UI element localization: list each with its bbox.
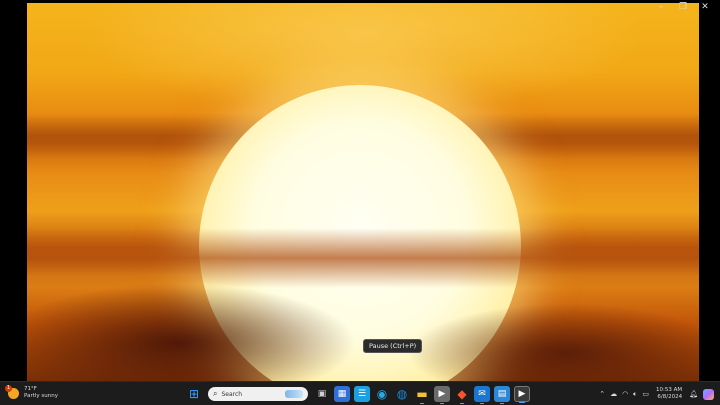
mail-button[interactable]: ✉ [474, 386, 490, 404]
media-player-window[interactable]: Pause (Ctrl+P) – ❐ ✕ [0, 0, 720, 381]
widgets-app-button[interactable]: ▦ [334, 386, 350, 402]
clock-date: 6/8/2024 [657, 394, 683, 400]
running-indicator [420, 402, 424, 404]
folder-icon: ▬ [416, 387, 428, 401]
clock-time: 10:53 AM [656, 387, 683, 393]
running-indicator [519, 401, 525, 403]
media-player-button[interactable]: ▶ [514, 386, 530, 403]
windows-logo-icon: ⊞ [188, 387, 200, 401]
file-explorer-button[interactable]: ▬ [414, 386, 430, 404]
restore-button[interactable]: ❐ [672, 0, 694, 14]
notification-badge: 1 [5, 384, 12, 392]
edge-beta-button[interactable]: ◉ [374, 386, 390, 402]
edge-button[interactable]: ◍ [394, 386, 410, 402]
clock[interactable]: 10:53 AM 6/8/2024 [656, 387, 682, 401]
pause-tooltip: Pause (Ctrl+P) [363, 339, 423, 353]
copilot-icon[interactable] [703, 388, 714, 400]
news-app-button[interactable]: ☰ [354, 386, 370, 402]
task-view-icon: ▣ [317, 389, 327, 399]
weather-temperature: 71°F [24, 386, 37, 392]
edge-icon: ◍ [396, 387, 408, 401]
volume-icon[interactable]: 🔈︎ [633, 390, 637, 399]
close-button[interactable]: ✕ [694, 0, 716, 14]
news-icon: ☰ [357, 389, 367, 399]
weather-widget[interactable]: 1 71°F Partly sunny [5, 384, 58, 400]
bell-icon[interactable]: 🔔︎ [689, 390, 698, 398]
cloud-icon[interactable]: ☁ [610, 390, 617, 398]
brave-icon: ◆ [457, 387, 467, 401]
running-indicator [440, 402, 444, 404]
video-frame[interactable]: Pause (Ctrl+P) [27, 3, 699, 381]
brave-button[interactable]: ◆ [454, 386, 470, 404]
taskbar: 1 71°F Partly sunny ⊞ ⌕ Search ▣ ▦ ☰ ◉ ◍… [0, 381, 720, 405]
search-box[interactable]: ⌕ Search [208, 387, 308, 401]
system-tray: ⌃ ☁ ◠ 🔈︎ ▭ 10:53 AM 6/8/2024 🔔︎ [599, 385, 714, 403]
window-controls: – ❐ ✕ [650, 0, 716, 14]
mail-icon: ✉ [478, 389, 486, 399]
edge-beta-icon: ◉ [376, 387, 388, 401]
wifi-icon[interactable]: ◠ [622, 390, 628, 398]
search-highlight-icon [285, 390, 303, 398]
task-view-button[interactable]: ▣ [314, 386, 330, 402]
running-indicator [480, 402, 484, 404]
battery-icon[interactable]: ▭ [642, 390, 649, 398]
weather-text: 71°F Partly sunny [24, 386, 58, 400]
media-app-button[interactable]: ▶ [434, 386, 450, 404]
search-icon: ⌕ [213, 389, 218, 398]
minimize-button[interactable]: – [650, 0, 672, 14]
weather-description: Partly sunny [24, 393, 58, 399]
play-icon: ▶ [438, 389, 446, 399]
sun-icon: 1 [5, 384, 19, 399]
taskbar-center: ⊞ ⌕ Search ▣ ▦ ☰ ◉ ◍ ▬ ▶ ◆ ✉ ▤ ▶ [186, 385, 530, 404]
calendar-button[interactable]: ▤ [494, 386, 510, 404]
search-label: Search [221, 390, 243, 398]
start-button[interactable]: ⊞ [186, 386, 202, 402]
running-indicator [500, 402, 504, 404]
widgets-icon: ▦ [337, 389, 347, 399]
calendar-icon: ▤ [497, 389, 507, 399]
media-player-icon: ▶ [518, 389, 526, 399]
cloud-band-middle [27, 228, 699, 288]
chevron-up-icon[interactable]: ⌃ [599, 390, 605, 398]
running-indicator [460, 402, 464, 404]
